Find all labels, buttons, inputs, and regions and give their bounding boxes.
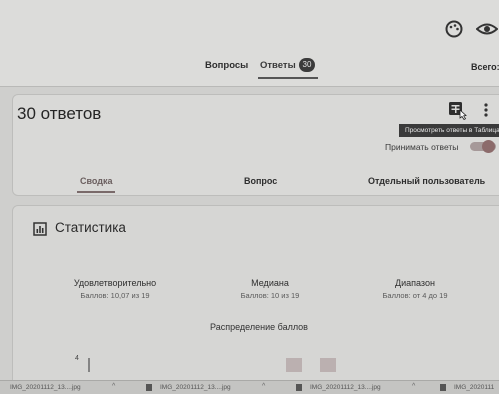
file-icon	[296, 384, 302, 391]
add-to-sheets-icon[interactable]	[447, 100, 469, 120]
bar	[286, 358, 302, 372]
tab-question[interactable]: Вопрос	[244, 176, 277, 186]
answers-count-badge: 30	[299, 58, 315, 72]
distribution-title: Распределение баллов	[210, 322, 308, 332]
downloads-bar: IMG_20201112_13....jpg ^ IMG_20201112_13…	[0, 380, 499, 394]
toggle-knob	[482, 140, 495, 153]
bar-chart-icon	[33, 222, 47, 236]
metric-value: Баллов: 10,07 из 19	[80, 291, 150, 300]
chevron-up-icon[interactable]: ^	[412, 383, 415, 390]
chevron-up-icon[interactable]: ^	[112, 383, 115, 390]
top-bar	[0, 0, 499, 87]
y-tick-label: 4	[75, 355, 79, 362]
score-distribution-chart: 4	[75, 355, 336, 372]
download-item[interactable]: IMG_20201112_13....jpg	[160, 384, 231, 391]
metric-value: Баллов: 10 из 19	[240, 291, 300, 300]
tab-questions[interactable]: Вопросы	[205, 60, 248, 71]
responses-title: 30 ответов	[17, 104, 102, 123]
download-item[interactable]: IMG_2020111	[454, 384, 494, 391]
metric-value: Баллов: от 4 до 19	[382, 291, 448, 300]
screen: Вопросы Ответы 30 Всего: 30 ответов Прос…	[0, 0, 499, 394]
file-icon	[146, 384, 152, 391]
more-vert-icon[interactable]	[481, 102, 491, 118]
tab-summary[interactable]: Сводка	[80, 176, 113, 186]
metric-range: Диапазон Баллов: от 4 до 19	[345, 278, 485, 300]
download-item[interactable]: IMG_20201112_13....jpg	[310, 384, 381, 391]
metric-name: Удовлетворительно	[73, 278, 157, 288]
metric-name: Диапазон	[395, 278, 435, 288]
accept-responses-label: Принимать ответы	[385, 142, 459, 152]
download-item[interactable]: IMG_20201112_13....jpg	[10, 384, 81, 391]
view-in-sheets-tooltip: Просмотреть ответы в Таблицах	[399, 124, 499, 137]
tab-summary-underline	[77, 191, 115, 193]
tab-individual[interactable]: Отдельный пользователь	[368, 176, 485, 186]
file-icon	[440, 384, 446, 391]
total-points-label: Всего:	[471, 62, 499, 72]
metric-median: Медиана Баллов: 10 из 19	[200, 278, 340, 300]
accept-responses-toggle[interactable]	[470, 140, 499, 153]
chevron-up-icon[interactable]: ^	[262, 383, 265, 390]
palette-icon[interactable]	[445, 20, 463, 38]
bar	[320, 358, 336, 372]
metric-name: Медиана	[251, 278, 289, 288]
eye-icon[interactable]	[476, 20, 498, 38]
tab-answers[interactable]: Ответы	[260, 60, 296, 71]
metric-average: Удовлетворительно Баллов: 10,07 из 19	[45, 278, 185, 300]
responses-tabs: Сводка Вопрос Отдельный пользователь	[0, 176, 499, 192]
tab-answers-underline	[258, 77, 318, 79]
statistics-title: Статистика	[55, 220, 126, 235]
